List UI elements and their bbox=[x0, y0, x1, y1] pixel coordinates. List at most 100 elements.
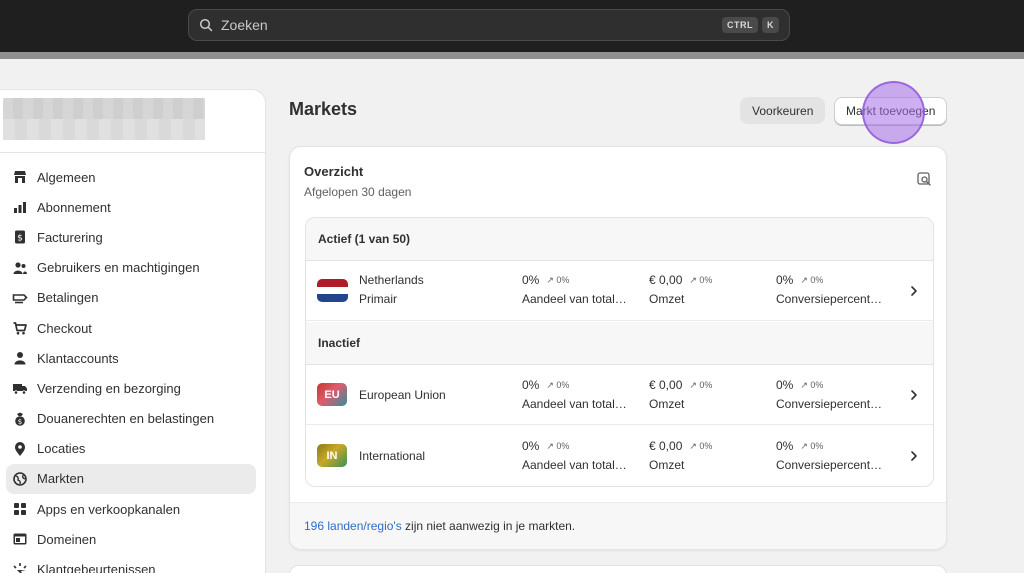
chevron-right-icon[interactable] bbox=[909, 449, 919, 461]
sidebar-divider bbox=[0, 152, 265, 153]
sidebar-item-apps-en-verkoopkanalen[interactable]: Apps en verkoopkanalen bbox=[6, 494, 256, 524]
sidebar-item-klantaccounts[interactable]: Klantaccounts bbox=[6, 343, 256, 373]
conversion-value: 0% bbox=[776, 439, 794, 453]
revenue-label: Omzet bbox=[649, 397, 685, 411]
domain-icon bbox=[12, 531, 28, 547]
sidebar-item-checkout[interactable]: Checkout bbox=[6, 313, 256, 343]
truck-icon bbox=[12, 380, 28, 396]
sidebar-item-facturering[interactable]: $ Facturering bbox=[6, 222, 256, 252]
sidebar-item-label: Locaties bbox=[37, 441, 86, 457]
revenue-value: € 0,00 bbox=[649, 378, 683, 392]
sidebar-item-label: Facturering bbox=[37, 229, 103, 245]
sidebar-item-algemeen[interactable]: Algemeen bbox=[6, 162, 256, 192]
sidebar-item-label: Algemeen bbox=[37, 169, 96, 185]
person-icon bbox=[12, 350, 28, 366]
revenue-trend: ↗ 0% bbox=[689, 440, 713, 451]
netherlands-flag-icon bbox=[317, 279, 348, 302]
top-bar: Zoeken CTRL K bbox=[0, 0, 1024, 52]
share-metric: 0% ↗ 0% Aandeel van total… bbox=[522, 439, 627, 472]
revenue-label: Omzet bbox=[649, 458, 685, 472]
chevron-right-icon[interactable] bbox=[909, 388, 919, 400]
conversion-label: Conversiepercent… bbox=[776, 397, 883, 411]
sidebar-item-domeinen[interactable]: Domeinen bbox=[6, 524, 256, 554]
missing-regions-link[interactable]: 196 landen/regio's bbox=[304, 519, 402, 533]
missing-regions-text: zijn niet aanwezig in je markten. bbox=[401, 519, 576, 533]
conversion-value: 0% bbox=[776, 378, 794, 392]
revenue-trend: ↗ 0% bbox=[689, 379, 713, 390]
preferences-button[interactable]: Voorkeuren bbox=[740, 97, 826, 124]
share-value: 0% bbox=[522, 273, 540, 287]
next-card bbox=[289, 565, 947, 573]
sidebar-item-label: Domeinen bbox=[37, 531, 97, 547]
sidebar-item-label: Gebruikers en machtigingen bbox=[37, 260, 200, 276]
share-value: 0% bbox=[522, 378, 540, 392]
market-row-european-union[interactable]: EU European Union 0% ↗ 0% Aandeel van tot… bbox=[306, 365, 933, 425]
share-metric: 0% ↗ 0% Aandeel van total… bbox=[522, 378, 627, 411]
cart-icon bbox=[12, 320, 28, 336]
conversion-value: 0% bbox=[776, 273, 794, 287]
revenue-metric: € 0,00 ↗ 0% Omzet bbox=[649, 378, 712, 411]
search-input[interactable]: Zoeken bbox=[221, 17, 718, 33]
market-name: European Union bbox=[359, 388, 446, 402]
sidebar-item-verzending-en-bezorging[interactable]: Verzending en bezorging bbox=[6, 373, 256, 403]
payments-icon bbox=[12, 290, 28, 306]
revenue-value: € 0,00 bbox=[649, 439, 683, 453]
sidebar-item-klantgebeurtenissen[interactable]: Klantgebeurtenissen bbox=[6, 554, 256, 573]
sidebar-item-label: Klantaccounts bbox=[37, 350, 119, 366]
conversion-label: Conversiepercent… bbox=[776, 292, 883, 306]
users-icon bbox=[12, 260, 28, 276]
sidebar-item-label: Markten bbox=[37, 471, 84, 487]
billing-icon: $ bbox=[12, 229, 28, 245]
share-trend: ↗ 0% bbox=[546, 274, 570, 285]
sidebar-item-abonnement[interactable]: Abonnement bbox=[6, 192, 256, 222]
revenue-metric: € 0,00 ↗ 0% Omzet bbox=[649, 273, 712, 306]
store-name-blurred[interactable] bbox=[3, 98, 205, 140]
market-name: Netherlands bbox=[359, 273, 424, 287]
markets-list: Actief (1 van 50) Netherlands Primair 0%… bbox=[305, 217, 934, 487]
taxes-icon: $ bbox=[12, 411, 28, 427]
in-badge-icon: IN bbox=[317, 444, 347, 467]
market-name: International bbox=[359, 449, 426, 463]
analytics-icon[interactable] bbox=[916, 171, 932, 187]
revenue-metric: € 0,00 ↗ 0% Omzet bbox=[649, 439, 712, 472]
sidebar-item-label: Apps en verkoopkanalen bbox=[37, 501, 181, 517]
conversion-label: Conversiepercent… bbox=[776, 458, 883, 472]
share-label: Aandeel van total… bbox=[522, 397, 627, 411]
conversion-metric: 0% ↗ 0% Conversiepercent… bbox=[776, 378, 882, 411]
svg-text:$: $ bbox=[18, 417, 22, 425]
sidebar-item-gebruikers-en-machtigingen[interactable]: Gebruikers en machtigingen bbox=[6, 253, 256, 283]
add-market-button[interactable]: Markt toevoegen bbox=[834, 97, 948, 125]
chevron-right-icon[interactable] bbox=[909, 284, 919, 296]
sidebar-item-douanerechten-en-belastingen[interactable]: $ Douanerechten en belastingen bbox=[6, 404, 256, 434]
settings-sidebar: Algemeen Abonnement $ Facturering Gebruikers… bbox=[0, 89, 266, 573]
conversion-trend: ↗ 0% bbox=[800, 379, 824, 390]
share-metric: 0% ↗ 0% Aandeel van total… bbox=[522, 273, 627, 306]
market-row-international[interactable]: IN International 0% ↗ 0% Aandeel van tota… bbox=[306, 426, 933, 486]
globe-icon bbox=[12, 471, 28, 487]
sidebar-item-betalingen[interactable]: Betalingen bbox=[6, 283, 256, 313]
overview-card: Overzicht Afgelopen 30 dagen Actief (1 v… bbox=[289, 146, 947, 550]
conversion-metric: 0% ↗ 0% Conversiepercent… bbox=[776, 439, 882, 472]
share-trend: ↗ 0% bbox=[546, 379, 570, 390]
conversion-metric: 0% ↗ 0% Conversiepercent… bbox=[776, 273, 882, 306]
market-row-netherlands[interactable]: Netherlands Primair 0% ↗ 0% Aandeel van t… bbox=[306, 261, 933, 321]
sidebar-item-label: Douanerechten en belastingen bbox=[37, 411, 215, 427]
active-section-header: Actief (1 van 50) bbox=[306, 218, 933, 261]
eu-badge-icon: EU bbox=[317, 383, 347, 406]
share-label: Aandeel van total… bbox=[522, 458, 627, 472]
overview-footer: 196 landen/regio's zijn niet aanwezig in… bbox=[290, 502, 946, 549]
shortcut-ctrl: CTRL bbox=[722, 17, 758, 33]
overview-subtitle: Afgelopen 30 dagen bbox=[304, 185, 412, 199]
location-icon bbox=[12, 441, 28, 457]
svg-text:$: $ bbox=[17, 234, 23, 244]
sidebar-item-locaties[interactable]: Locaties bbox=[6, 434, 256, 464]
search-bar[interactable]: Zoeken CTRL K bbox=[188, 9, 790, 41]
sidebar-item-label: Checkout bbox=[37, 320, 92, 336]
top-strip bbox=[0, 52, 1024, 59]
sidebar-item-markten[interactable]: Markten bbox=[6, 463, 256, 495]
share-trend: ↗ 0% bbox=[546, 440, 570, 451]
revenue-trend: ↗ 0% bbox=[689, 274, 713, 285]
conversion-trend: ↗ 0% bbox=[800, 440, 824, 451]
settings-nav: Algemeen Abonnement $ Facturering Gebruikers… bbox=[6, 162, 256, 573]
share-value: 0% bbox=[522, 439, 540, 453]
